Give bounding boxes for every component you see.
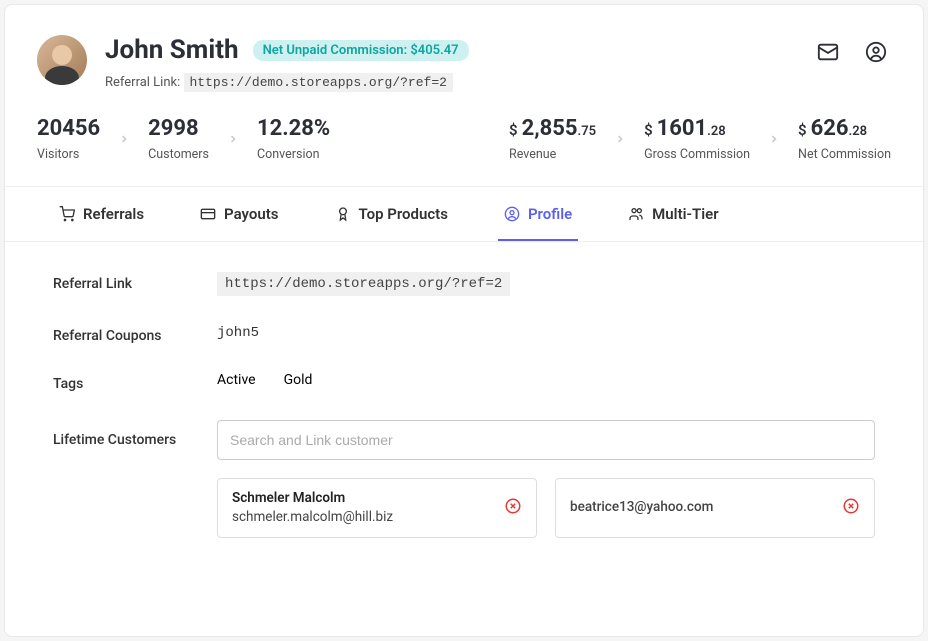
- stats-row: 20456 Visitors 2998 Customers 12.28% Con…: [5, 110, 923, 187]
- lifetime-customers-label: Lifetime Customers: [53, 420, 217, 448]
- stat-visitors: 20456 Visitors: [37, 116, 100, 162]
- stat-net-value: $626.28: [798, 116, 891, 141]
- customer-card: beatrice13@yahoo.com: [555, 478, 875, 538]
- stat-visitors-value: 20456: [37, 116, 100, 141]
- stat-revenue-label: Revenue: [509, 147, 596, 162]
- tag-item: Active: [217, 372, 256, 388]
- unpaid-commission-badge: Net Unpaid Commission: $405.47: [253, 40, 469, 61]
- stat-net-label: Net Commission: [798, 147, 891, 162]
- remove-customer-icon[interactable]: [504, 497, 522, 519]
- stat-conversion: 12.28% Conversion: [257, 116, 330, 162]
- referral-link-row: Referral Link: https://demo.storeapps.or…: [105, 75, 891, 90]
- row-referral-coupons: Referral Coupons john5: [53, 324, 875, 344]
- chevron-right-icon: [750, 133, 798, 145]
- customer-email: schmeler.malcolm@hill.biz: [232, 508, 393, 527]
- row-tags: Tags Active Gold: [53, 372, 875, 392]
- tab-profile-label: Profile: [528, 205, 572, 223]
- header: John Smith Net Unpaid Commission: $405.4…: [5, 5, 923, 110]
- avatar: [37, 35, 87, 85]
- chevron-right-icon: [596, 133, 644, 145]
- mail-icon[interactable]: [817, 41, 839, 67]
- tabs: Referrals Payouts Top Products Profile M…: [5, 187, 923, 242]
- header-main: John Smith Net Unpaid Commission: $405.4…: [105, 35, 891, 90]
- chevron-right-icon: [100, 133, 148, 145]
- referral-link-label: Referral Link: [53, 272, 217, 292]
- stat-revenue-value: $2,855.75: [509, 116, 596, 141]
- tab-payouts-label: Payouts: [224, 205, 278, 223]
- stat-customers-label: Customers: [148, 147, 209, 162]
- chevron-right-icon: [209, 133, 257, 145]
- stat-gross-commission: $1601.28 Gross Commission: [644, 116, 750, 162]
- customer-search-input[interactable]: [217, 420, 875, 460]
- tab-multi-tier[interactable]: Multi-Tier: [622, 187, 724, 241]
- customer-card: Schmeler Malcolm schmeler.malcolm@hill.b…: [217, 478, 537, 538]
- tab-referrals[interactable]: Referrals: [53, 187, 150, 241]
- stat-customers-value: 2998: [148, 116, 209, 141]
- tab-referrals-label: Referrals: [83, 205, 144, 223]
- tags-label: Tags: [53, 372, 217, 392]
- stat-conversion-label: Conversion: [257, 147, 330, 162]
- stat-gross-value: $1601.28: [644, 116, 750, 141]
- stat-net-commission: $626.28 Net Commission: [798, 116, 891, 162]
- stat-gross-label: Gross Commission: [644, 147, 750, 162]
- row-lifetime-customers: Lifetime Customers Schmeler Malcolm schm…: [53, 420, 875, 538]
- stat-customers: 2998 Customers: [148, 116, 209, 162]
- stat-conversion-value: 12.28%: [257, 116, 330, 141]
- coupon-code: john5: [217, 325, 259, 341]
- referral-link-url[interactable]: https://demo.storeapps.org/?ref=2: [184, 73, 453, 92]
- tab-payouts[interactable]: Payouts: [194, 187, 284, 241]
- affiliate-card: John Smith Net Unpaid Commission: $405.4…: [4, 4, 924, 637]
- remove-customer-icon[interactable]: [842, 497, 860, 519]
- user-circle-icon[interactable]: [865, 41, 887, 67]
- customer-name: Schmeler Malcolm: [232, 489, 393, 508]
- stat-visitors-label: Visitors: [37, 147, 100, 162]
- tab-profile[interactable]: Profile: [498, 187, 578, 241]
- stat-revenue: $2,855.75 Revenue: [509, 116, 596, 162]
- tab-top-products-label: Top Products: [359, 205, 448, 223]
- coupons-label: Referral Coupons: [53, 324, 217, 344]
- affiliate-name: John Smith: [105, 35, 239, 65]
- tab-multi-tier-label: Multi-Tier: [652, 205, 718, 223]
- tag-item: Gold: [284, 372, 313, 388]
- customer-email: beatrice13@yahoo.com: [570, 498, 713, 517]
- referral-link-label: Referral Link:: [105, 75, 180, 90]
- tab-top-products[interactable]: Top Products: [329, 187, 454, 241]
- row-referral-link: Referral Link https://demo.storeapps.org…: [53, 272, 875, 296]
- profile-section: Referral Link https://demo.storeapps.org…: [5, 242, 923, 578]
- referral-link-value[interactable]: https://demo.storeapps.org/?ref=2: [217, 272, 510, 296]
